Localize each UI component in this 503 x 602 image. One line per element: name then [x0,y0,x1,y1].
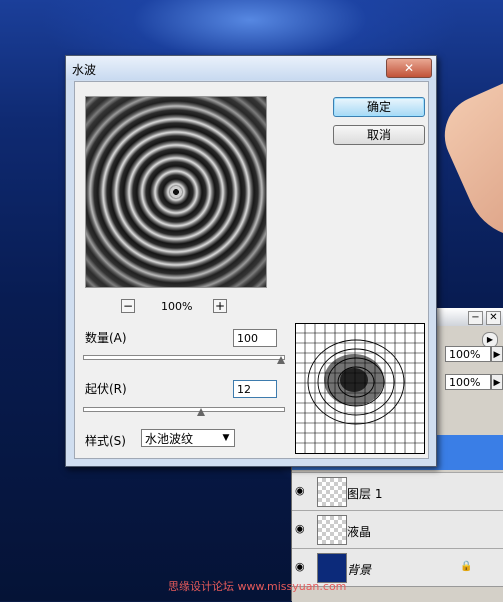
opacity-field[interactable]: 100% [445,346,491,362]
dialog-body: − 100% + 确定 取消 数量(A) 100 起伏(R) 12 样式(S) … [74,81,429,459]
fill-arrow-icon[interactable]: ▶ [491,374,503,390]
dialog-titlebar[interactable]: 水波 ✕ [66,56,436,80]
dialog-title: 水波 [72,63,97,77]
close-button[interactable]: ✕ [386,58,432,78]
panel-close-button[interactable]: ✕ [486,311,501,325]
displacement-mesh-preview [295,323,425,454]
ok-button[interactable]: 确定 [333,97,425,117]
eye-icon[interactable]: ◉ [295,523,309,534]
zoom-level: 100% [161,300,193,313]
opacity-arrow-icon[interactable]: ▶ [491,346,503,362]
amount-label: 数量(A) [85,331,127,345]
style-select[interactable]: 水池波纹 ▼ [141,429,235,447]
zoom-in-button[interactable]: + [213,299,227,313]
watermark-text: 思缘设计论坛 www.missyuan.com [168,580,347,593]
layer-name: 背景 [347,563,372,577]
amount-slider[interactable] [83,355,285,360]
layer-thumbnail [317,477,347,507]
ridges-slider-thumb[interactable] [197,408,205,416]
ridges-label: 起伏(R) [85,382,127,396]
layer-name: 液晶 [347,525,372,539]
eye-icon[interactable]: ◉ [295,561,309,572]
lock-icon: 🔒 [460,561,473,572]
panel-minimize-button[interactable]: − [468,311,483,325]
water-ripple-dialog: 水波 ✕ − 100% + 确定 取消 数量(A) 100 起伏(R) 12 样… [65,55,437,467]
layer-row[interactable]: ◉ 液晶 [292,510,503,548]
eye-icon[interactable]: ◉ [295,485,309,496]
ridges-field[interactable]: 12 [233,380,277,398]
fill-field[interactable]: 100% [445,374,491,390]
layer-row[interactable]: ◉ 图层 1 [292,472,503,510]
style-select-value: 水池波纹 [145,432,194,446]
chevron-down-icon[interactable]: ▼ [219,431,233,445]
amount-field[interactable]: 100 [233,329,277,347]
amount-slider-thumb[interactable] [277,356,285,364]
cancel-button[interactable]: 取消 [333,125,425,145]
layer-name: 图层 1 [347,487,383,501]
filter-preview[interactable] [85,96,267,288]
ridges-slider[interactable] [83,407,285,412]
zoom-out-button[interactable]: − [121,299,135,313]
style-label: 样式(S) [85,434,126,448]
layer-thumbnail [317,515,347,545]
